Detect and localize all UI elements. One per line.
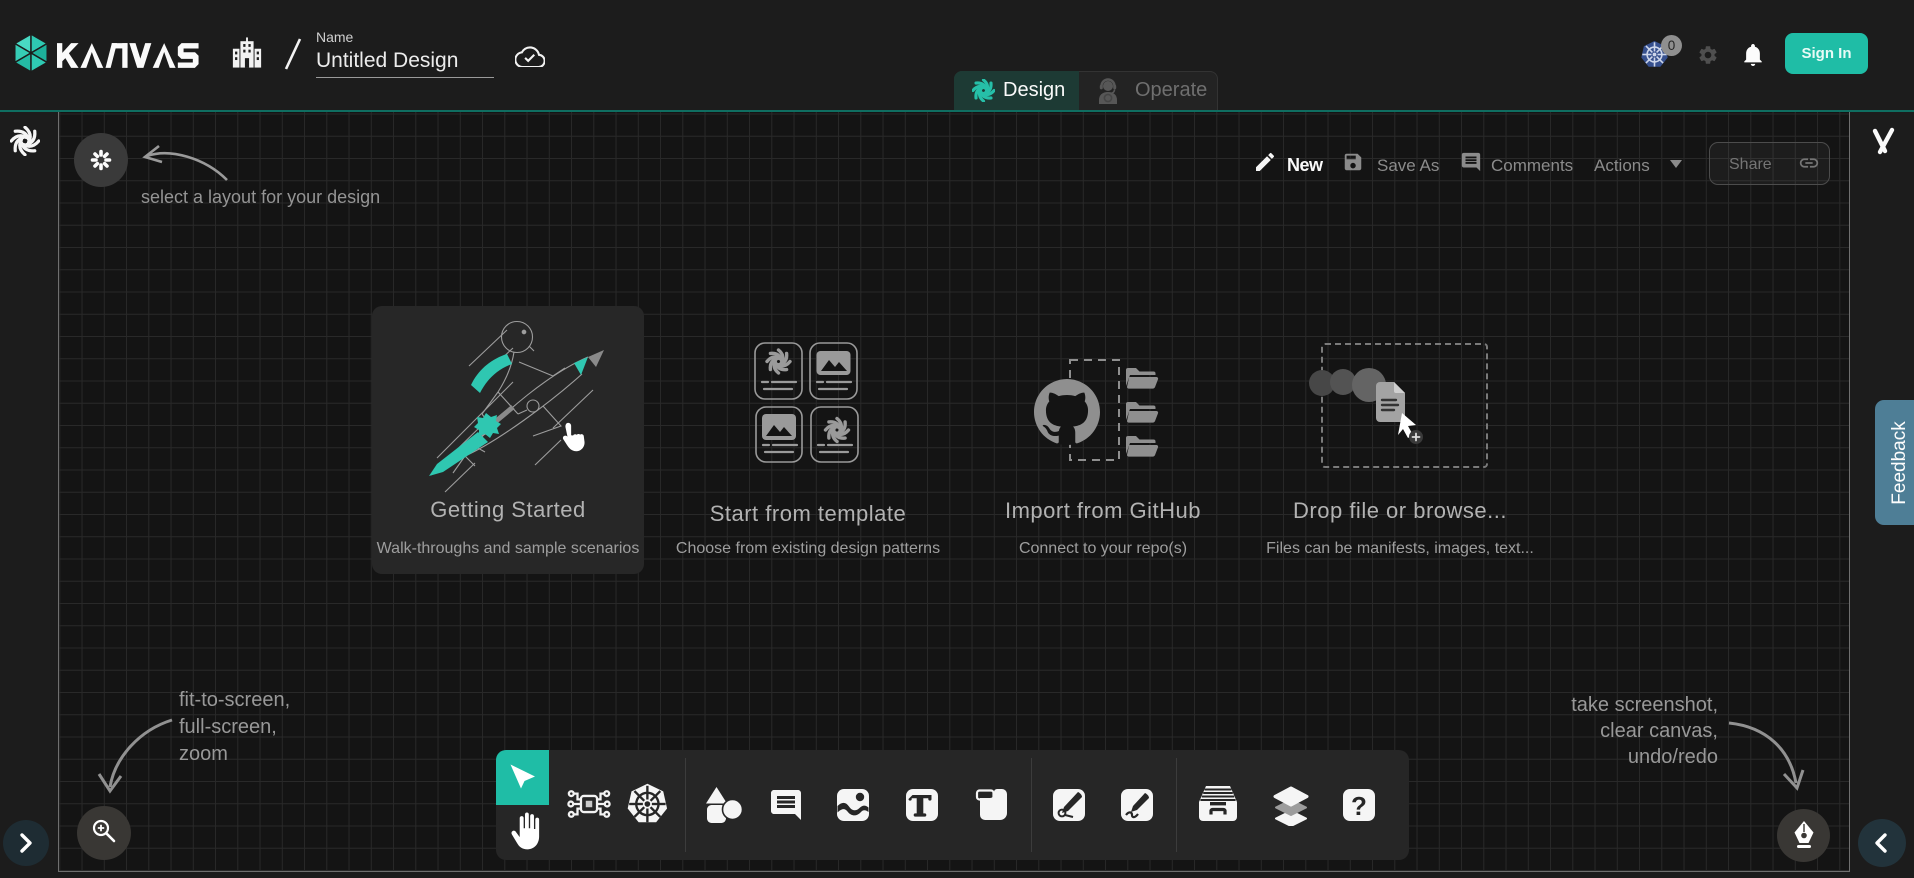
svg-text:0: 0 [1668,38,1676,53]
svg-text:?: ? [1351,791,1367,821]
